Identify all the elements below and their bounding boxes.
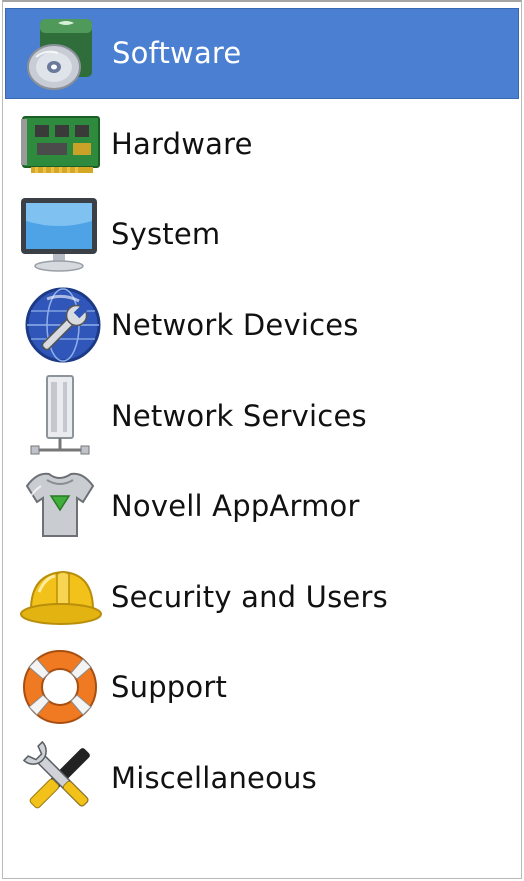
category-label: Network Services: [111, 398, 367, 433]
server-tower-icon: [15, 374, 105, 456]
category-label: Security and Users: [111, 579, 388, 614]
tools-icon: [15, 738, 105, 818]
armor-icon: [15, 466, 105, 546]
category-hardware[interactable]: Hardware: [5, 99, 519, 190]
category-label: Support: [111, 670, 228, 705]
category-list: Software Hardware System Network Devices…: [5, 8, 519, 823]
category-label: Hardware: [111, 126, 253, 161]
category-system[interactable]: System: [5, 189, 519, 280]
category-label: System: [111, 217, 221, 252]
category-network-services[interactable]: Network Services: [5, 370, 519, 461]
category-network-devices[interactable]: Network Devices: [5, 280, 519, 371]
monitor-icon: [15, 194, 105, 274]
category-miscellaneous[interactable]: Miscellaneous: [5, 733, 519, 824]
category-label: Novell AppArmor: [111, 489, 360, 524]
lifebuoy-icon: [15, 647, 105, 727]
circuit-board-icon: [15, 104, 105, 184]
category-label: Software: [112, 36, 242, 71]
category-list-panel: Software Hardware System Network Devices…: [2, 0, 522, 879]
category-security-and-users[interactable]: Security and Users: [5, 552, 519, 643]
hard-hat-icon: [15, 557, 105, 637]
category-novell-apparmor[interactable]: Novell AppArmor: [5, 461, 519, 552]
category-software[interactable]: Software: [5, 8, 519, 99]
category-support[interactable]: Support: [5, 642, 519, 733]
category-label: Network Devices: [111, 308, 359, 343]
category-label: Miscellaneous: [111, 761, 317, 796]
globe-wrench-icon: [15, 285, 105, 365]
software-cd-icon: [16, 13, 106, 93]
